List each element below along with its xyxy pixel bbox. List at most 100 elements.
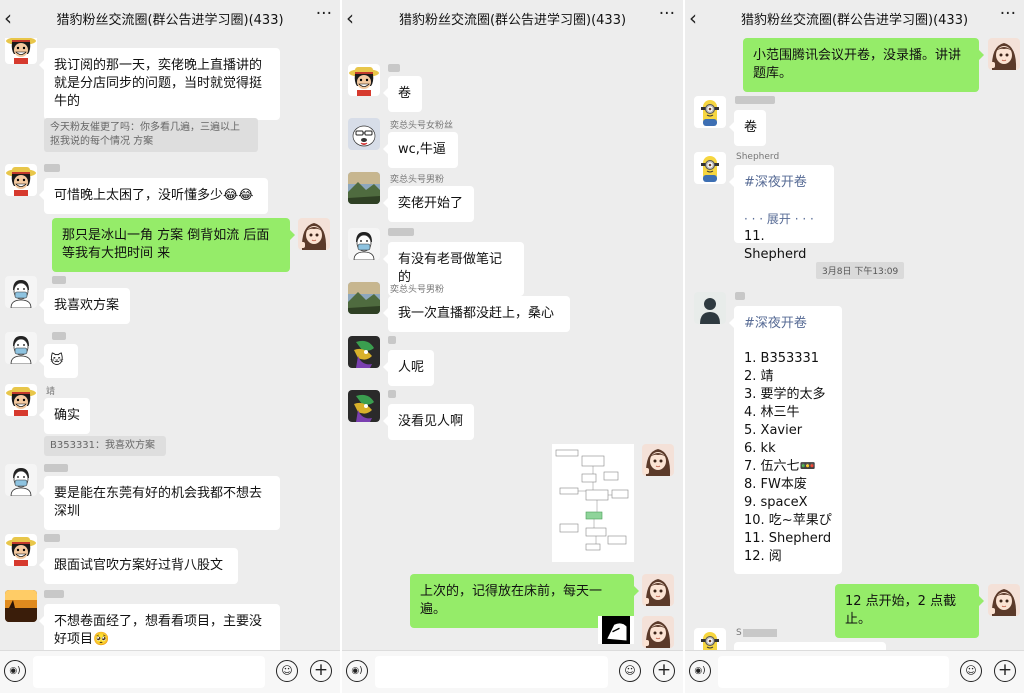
message-list[interactable]: 卷 奕总头号女粉丝 wc,牛逼 奕总头号男粉 奕佬开始了 有没有老哥做笔记的 奕…: [342, 38, 683, 651]
sender-name-hidden: [388, 228, 414, 236]
back-chevron-icon[interactable]: ‹: [4, 6, 12, 30]
avatar[interactable]: [694, 96, 726, 128]
avatar[interactable]: [348, 336, 380, 368]
message-bubble[interactable]: wc,牛逼: [383, 132, 458, 168]
expand-link[interactable]: · · · 展开 · · ·: [744, 210, 824, 228]
avatar[interactable]: [348, 282, 380, 314]
message-bubble[interactable]: 奕佬开始了: [383, 186, 474, 222]
message-bubble[interactable]: 卷: [383, 76, 422, 112]
avatar[interactable]: [694, 292, 726, 324]
message-input[interactable]: [375, 656, 608, 688]
avatar[interactable]: [5, 384, 37, 416]
emoji-icon[interactable]: ☺: [276, 660, 298, 682]
avatar-self[interactable]: [642, 574, 674, 606]
message-bubble-sent[interactable]: 12 点开始，2 点截止。: [835, 584, 984, 638]
list-item: 12. 阅: [744, 549, 782, 564]
avatar[interactable]: [348, 172, 380, 204]
emoji-icon[interactable]: ☺: [619, 660, 641, 682]
avatar[interactable]: [348, 228, 380, 260]
sender-name-hidden: [44, 464, 68, 472]
message-bubble[interactable]: 我一次直播都没赶上，桑心: [383, 296, 570, 332]
image-message[interactable]: [598, 616, 634, 644]
back-chevron-icon[interactable]: ‹: [346, 6, 354, 30]
avatar[interactable]: [348, 64, 380, 96]
list-item: 2. 靖: [744, 369, 774, 384]
emoji-icon[interactable]: ☺: [960, 660, 982, 682]
list-item: 11. Shepherd: [744, 531, 832, 546]
avatar[interactable]: [694, 152, 726, 184]
plus-icon[interactable]: +: [653, 660, 675, 682]
message-bubble[interactable]: 跟面试官吹方案好过背八股文: [39, 548, 238, 584]
sender-name-hidden: [44, 534, 60, 542]
list-item: 8. FW本废: [744, 477, 807, 492]
title-bar: ‹ 猎豹粉丝交流圈(群公告进学习圈)(433) ···: [685, 0, 1024, 38]
quoted-message[interactable]: 今天粉友催更了吗：你多看几遍，三遍以上 抠我说的每个情况 方案: [44, 118, 258, 152]
message-input[interactable]: [718, 656, 949, 688]
list-item: 3. 要学的太多: [744, 387, 826, 402]
sender-name-hidden: [735, 292, 745, 300]
title-bar: ‹ 猎豹粉丝交流圈(群公告进学习圈)(433) ···: [0, 0, 340, 38]
avatar[interactable]: [5, 332, 37, 364]
sender-name: S: [736, 628, 777, 638]
list-item: 7. 伍六七🚥: [744, 459, 816, 474]
avatar-self[interactable]: [642, 616, 674, 648]
more-dots-icon[interactable]: ···: [1000, 4, 1016, 24]
voice-icon[interactable]: ◉): [4, 660, 26, 682]
message-bubble[interactable]: 要是能在东莞有好的机会我都不想去深圳: [39, 476, 280, 530]
list-item: 1. B353331: [744, 351, 820, 366]
avatar[interactable]: [694, 628, 726, 651]
quoted-message[interactable]: B353331：我喜欢方案: [44, 436, 166, 456]
avatar[interactable]: [5, 590, 37, 622]
avatar-self[interactable]: [642, 444, 674, 476]
avatar-self[interactable]: [298, 218, 330, 250]
sender-name-hidden: [388, 64, 400, 72]
more-dots-icon[interactable]: ···: [659, 4, 675, 24]
sender-name: 奕总头号女粉丝: [390, 121, 454, 131]
solitaire-message[interactable]: #深夜开卷 · · · 展开 · · · 11. Shepherd: [729, 165, 834, 262]
sender-name: 奕总头号男粉: [390, 285, 445, 295]
message-bubble-sent[interactable]: 小范围腾讯会议开卷，没录播。讲讲题库。: [743, 38, 984, 92]
message-list[interactable]: 我订阅的那一天，奕佬晚上直播讲的就是分店同步的问题，当时就觉得挺牛的 今天粉友催…: [0, 38, 340, 651]
avatar-self[interactable]: [988, 584, 1020, 616]
message-bubble[interactable]: 卷: [729, 110, 766, 146]
avatar-self[interactable]: [988, 38, 1020, 70]
message-bubble-sent[interactable]: 那只是冰山一角 方案 倒背如流 后面等我有大把时间 来: [52, 218, 295, 272]
plus-icon[interactable]: +: [310, 660, 332, 682]
sender-name-hidden: [44, 590, 64, 598]
sticker-message[interactable]: 🐱: [39, 344, 78, 378]
chat-title: 猎豹粉丝交流圈(群公告进学习圈)(433): [740, 13, 969, 28]
sender-name-hidden: [388, 336, 396, 344]
back-chevron-icon[interactable]: ‹: [689, 6, 697, 30]
message-bubble[interactable]: 我订阅的那一天，奕佬晚上直播讲的就是分店同步的问题，当时就觉得挺牛的: [39, 48, 280, 120]
list-item: 5. Xavier: [744, 423, 803, 438]
avatar[interactable]: [5, 534, 37, 566]
message-bubble[interactable]: 我喜欢方案: [39, 288, 130, 324]
hashtag[interactable]: #深夜开卷: [744, 315, 832, 333]
avatar[interactable]: [5, 464, 37, 496]
chat-panel-3: ‹ 猎豹粉丝交流圈(群公告进学习圈)(433) ··· 小范围腾讯会议开卷，没录…: [685, 0, 1024, 693]
more-dots-icon[interactable]: ···: [316, 4, 332, 24]
sender-name-hidden: [735, 96, 775, 104]
message-bubble[interactable]: 不想卷面经了，想看看项目，主要没好项目🥺: [39, 604, 280, 651]
list-item: 10. 吃~苹果ぴ: [744, 513, 832, 528]
avatar[interactable]: [5, 38, 37, 64]
flowchart-image-message[interactable]: [552, 444, 634, 562]
message-bubble[interactable]: 人呢: [383, 350, 434, 386]
message-bubble[interactable]: 确实: [39, 398, 90, 434]
voice-icon[interactable]: ◉): [689, 660, 711, 682]
message-list[interactable]: 小范围腾讯会议开卷，没录播。讲讲题库。 卷 Shepherd #深夜开卷 · ·…: [685, 38, 1024, 651]
avatar[interactable]: [348, 118, 380, 150]
list-item: 4. 林三牛: [744, 405, 800, 420]
plus-icon[interactable]: +: [994, 660, 1016, 682]
message-bubble[interactable]: 可惜晚上太困了，没听懂多少😂😂: [39, 178, 268, 214]
avatar[interactable]: [5, 276, 37, 308]
message-bubble[interactable]: 没看见人啊: [383, 404, 474, 440]
voice-icon[interactable]: ◉): [346, 660, 368, 682]
avatar[interactable]: [5, 164, 37, 196]
message-input[interactable]: [33, 656, 265, 688]
hashtag[interactable]: #深夜开卷: [744, 174, 824, 192]
sender-name-hidden: [52, 332, 66, 340]
avatar[interactable]: [348, 390, 380, 422]
solitaire-message[interactable]: #深夜开卷 1. B353331 2. 靖 3. 要学的太多 4. 林三牛 5.…: [729, 306, 842, 574]
